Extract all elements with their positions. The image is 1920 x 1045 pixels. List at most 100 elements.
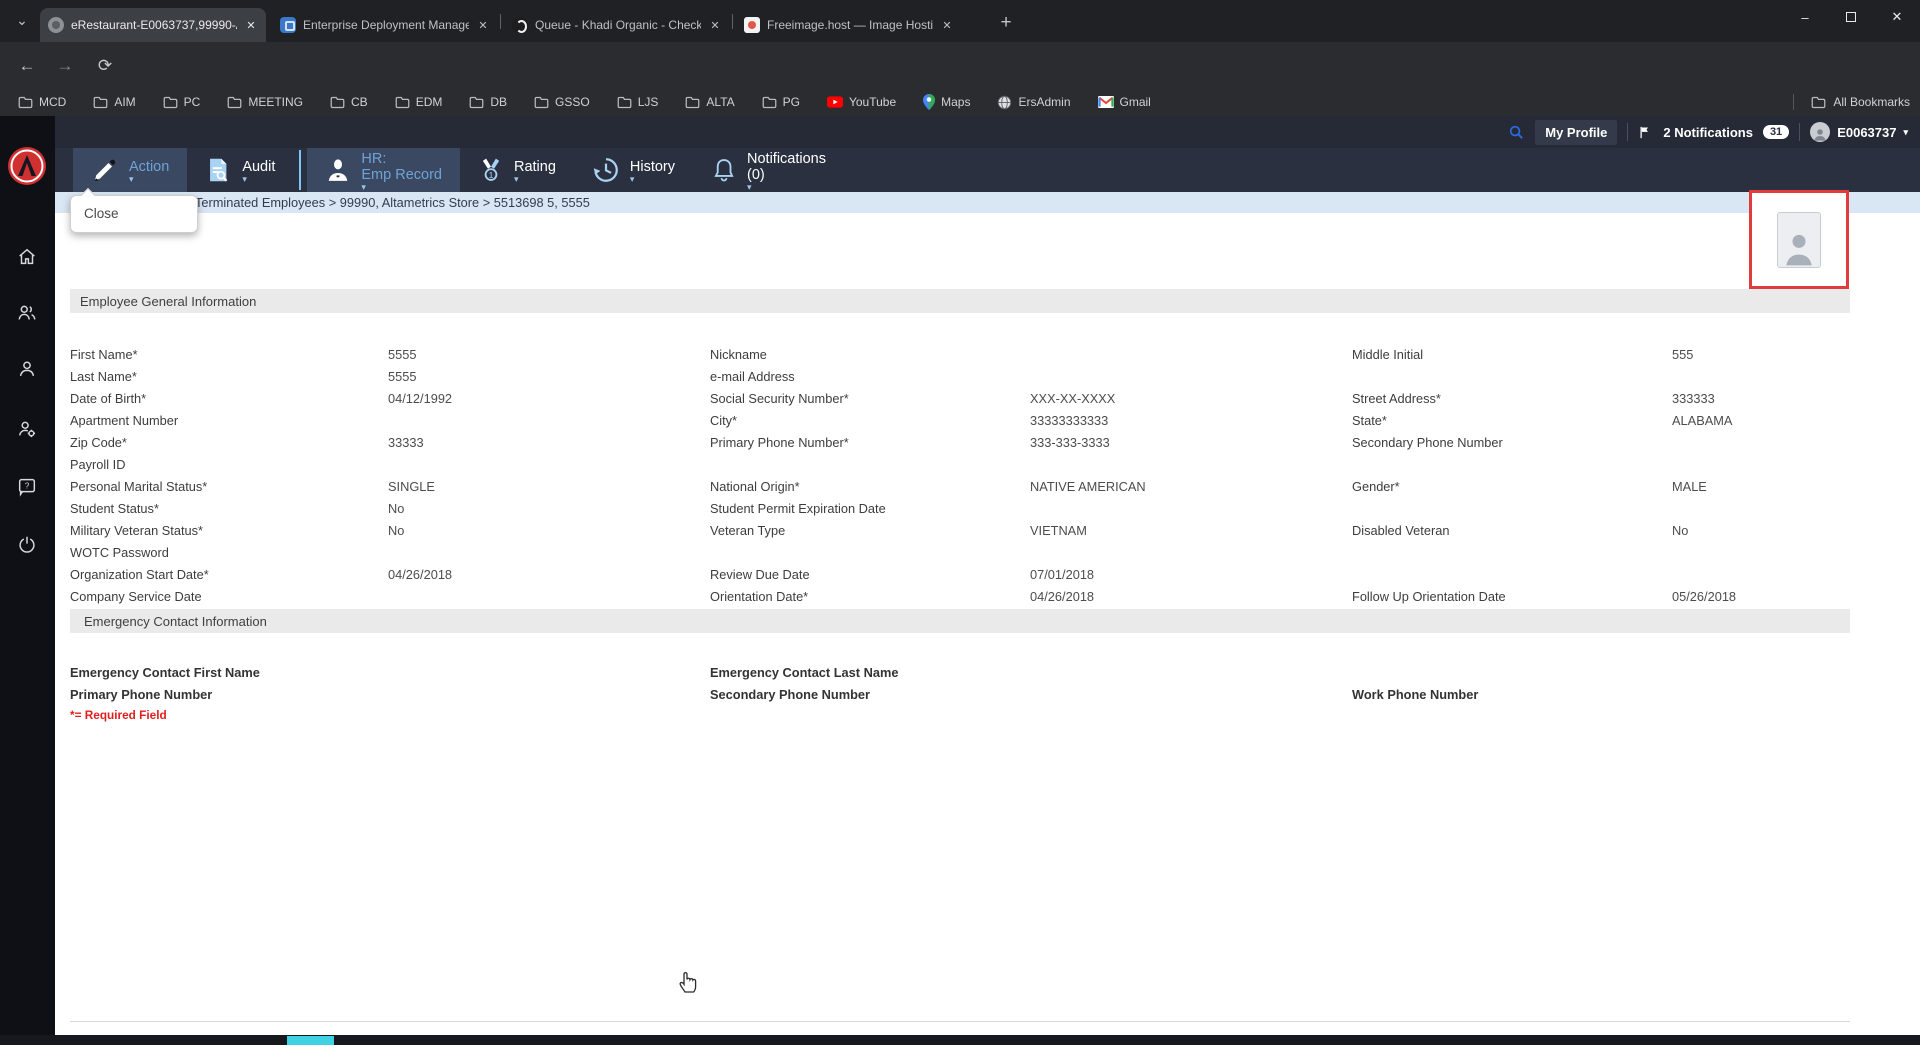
field-label: Work Phone Number [1352, 687, 1479, 702]
field-label: Review Due Date [710, 567, 810, 582]
tab-close-icon[interactable] [940, 19, 954, 32]
bookmark-item[interactable]: PG [762, 95, 800, 109]
nav-item-label: Notifications [747, 150, 826, 167]
field-label: State* [1352, 413, 1387, 428]
bookmark-item[interactable]: CB [330, 95, 368, 109]
bookmark-label: DB [490, 95, 508, 109]
bookmark-label: Maps [941, 95, 971, 109]
bookmark-item[interactable]: YouTube [826, 95, 896, 109]
nav-item-hr[interactable]: HR: Emp Record [307, 148, 460, 192]
folder-icon [762, 96, 777, 109]
field-label: Date of Birth* [70, 391, 147, 406]
field-label: Veteran Type [710, 523, 786, 538]
bookmark-item[interactable]: ALTA [685, 95, 735, 109]
field-value: VIETNAM [1030, 523, 1087, 538]
field-label: Primary Phone Number [70, 687, 213, 702]
nav-item-notifications[interactable]: Notifications (0) [693, 148, 844, 192]
breadcrumb[interactable]: Terminated Employees > 99990, Altametric… [195, 195, 590, 210]
window-close-button[interactable] [1874, 0, 1920, 34]
bookmark-label: GSSO [555, 95, 590, 109]
my-profile-button[interactable]: My Profile [1535, 119, 1618, 145]
menu-item-close[interactable]: Close [71, 196, 197, 232]
form-row: Zip Code* 33333 Primary Phone Number* 333-3… [0, 435, 1920, 455]
nav-item-label: History [629, 158, 676, 175]
bookmark-item[interactable]: Gmail [1097, 95, 1151, 109]
form-row: WOTC Password [0, 545, 1920, 565]
nav-item-audit[interactable]: Audit [187, 148, 293, 192]
bookmark-item[interactable]: LJS [617, 95, 658, 109]
bookmark-item[interactable]: EDM [395, 95, 442, 109]
section-title: Employee General Information [80, 293, 257, 309]
employee-photo-box[interactable] [1749, 190, 1849, 289]
bookmark-item[interactable]: GSSO [534, 95, 590, 109]
field-label: Payroll ID [70, 457, 126, 472]
bookmark-label: Gmail [1119, 95, 1151, 109]
bookmark-item[interactable]: DB [469, 95, 507, 109]
chevron-down-icon [129, 176, 169, 182]
tab-search-icon[interactable] [10, 9, 34, 33]
field-label: Primary Phone Number* [710, 435, 849, 450]
browser-toolbar: appdev01.mcdaltametrics.com/PS_QA1_SUN_U… [0, 42, 1920, 124]
field-value: SINGLE [388, 479, 435, 494]
field-label: Social Security Number* [710, 391, 849, 406]
tab-close-icon[interactable] [708, 19, 722, 32]
back-button[interactable] [14, 53, 40, 79]
folder-icon [18, 96, 33, 109]
browser-tab[interactable]: Enterprise Deployment Manage [272, 8, 498, 42]
bookmark-label: AIM [114, 95, 136, 109]
tab-title: Queue - Khadi Organic - Check [535, 18, 701, 32]
minimize-button[interactable] [1782, 0, 1828, 34]
field-label: Street Address* [1352, 391, 1441, 406]
new-tab-button[interactable] [992, 10, 1020, 38]
browser-tab[interactable]: Freeimage.host — Image Hosti [736, 8, 962, 42]
bookmark-label: ErsAdmin [1018, 95, 1071, 109]
maximize-button[interactable] [1828, 0, 1874, 34]
bookmark-item[interactable]: ErsAdmin [997, 95, 1071, 110]
field-label: National Origin* [710, 479, 800, 494]
nav-item-history[interactable]: History [574, 148, 693, 192]
forward-button[interactable] [52, 53, 78, 79]
bookmark-item[interactable]: PC [163, 95, 200, 109]
bookmark-item[interactable]: MEETING [227, 95, 303, 109]
content-divider [70, 1021, 1850, 1022]
chevron-down-icon [630, 176, 675, 182]
home-icon[interactable] [16, 246, 38, 273]
notifications-link[interactable]: 2 Notifications [1663, 125, 1753, 140]
tab-title: Freeimage.host — Image Hosti [767, 18, 933, 32]
nav-item-rating[interactable]: 1 Rating [460, 148, 574, 192]
nav-item-action[interactable]: Action [73, 148, 188, 192]
field-value: ALABAMA [1672, 413, 1733, 428]
field-value: MALE [1672, 479, 1707, 494]
maps-icon [923, 94, 936, 110]
employees-icon[interactable] [16, 302, 38, 329]
field-label: Emergency Contact First Name [70, 665, 260, 680]
bookmark-item[interactable]: Maps [923, 94, 970, 110]
breadcrumb-bar: Terminated Employees > 99990, Altametric… [55, 192, 1920, 213]
altametrics-logo[interactable] [7, 146, 47, 186]
user-menu[interactable]: E0063737 [1810, 122, 1908, 142]
folder-icon [163, 96, 178, 109]
youtube-icon [826, 96, 843, 108]
search-icon[interactable] [1508, 124, 1525, 141]
form-row: Payroll ID [0, 457, 1920, 477]
bookmark-item[interactable]: AIM [93, 95, 136, 109]
bookmark-label: MEETING [248, 95, 304, 109]
bookmark-item[interactable]: MCD [18, 95, 66, 109]
browser-tab[interactable]: Queue - Khadi Organic - Check [504, 8, 730, 42]
tab-close-icon[interactable] [476, 19, 490, 32]
field-label: City* [710, 413, 738, 428]
tab-close-icon[interactable] [244, 19, 258, 32]
avatar [1810, 122, 1831, 142]
field-label: Secondary Phone Number [1352, 435, 1503, 450]
reload-button[interactable] [92, 53, 118, 79]
bookmarks-bar: MCD AIM PC MEETING CB EDM DB GSSO LJS ALTA PG YouTu… [0, 88, 1920, 116]
required-field-note: *= Required Field [70, 708, 167, 722]
chevron-down-icon [514, 176, 556, 182]
window-controls [1782, 0, 1920, 34]
all-bookmarks-button[interactable]: All Bookmarks [1793, 88, 1910, 116]
form-row: Primary Phone Number Secondary Phone Numb… [0, 687, 1920, 707]
field-value: 04/26/2018 [388, 567, 453, 582]
bookmark-label: ALTA [706, 95, 735, 109]
field-value: 33333 [388, 435, 424, 450]
browser-tab[interactable]: eRestaurant-E0063737,99990-A [40, 8, 266, 42]
